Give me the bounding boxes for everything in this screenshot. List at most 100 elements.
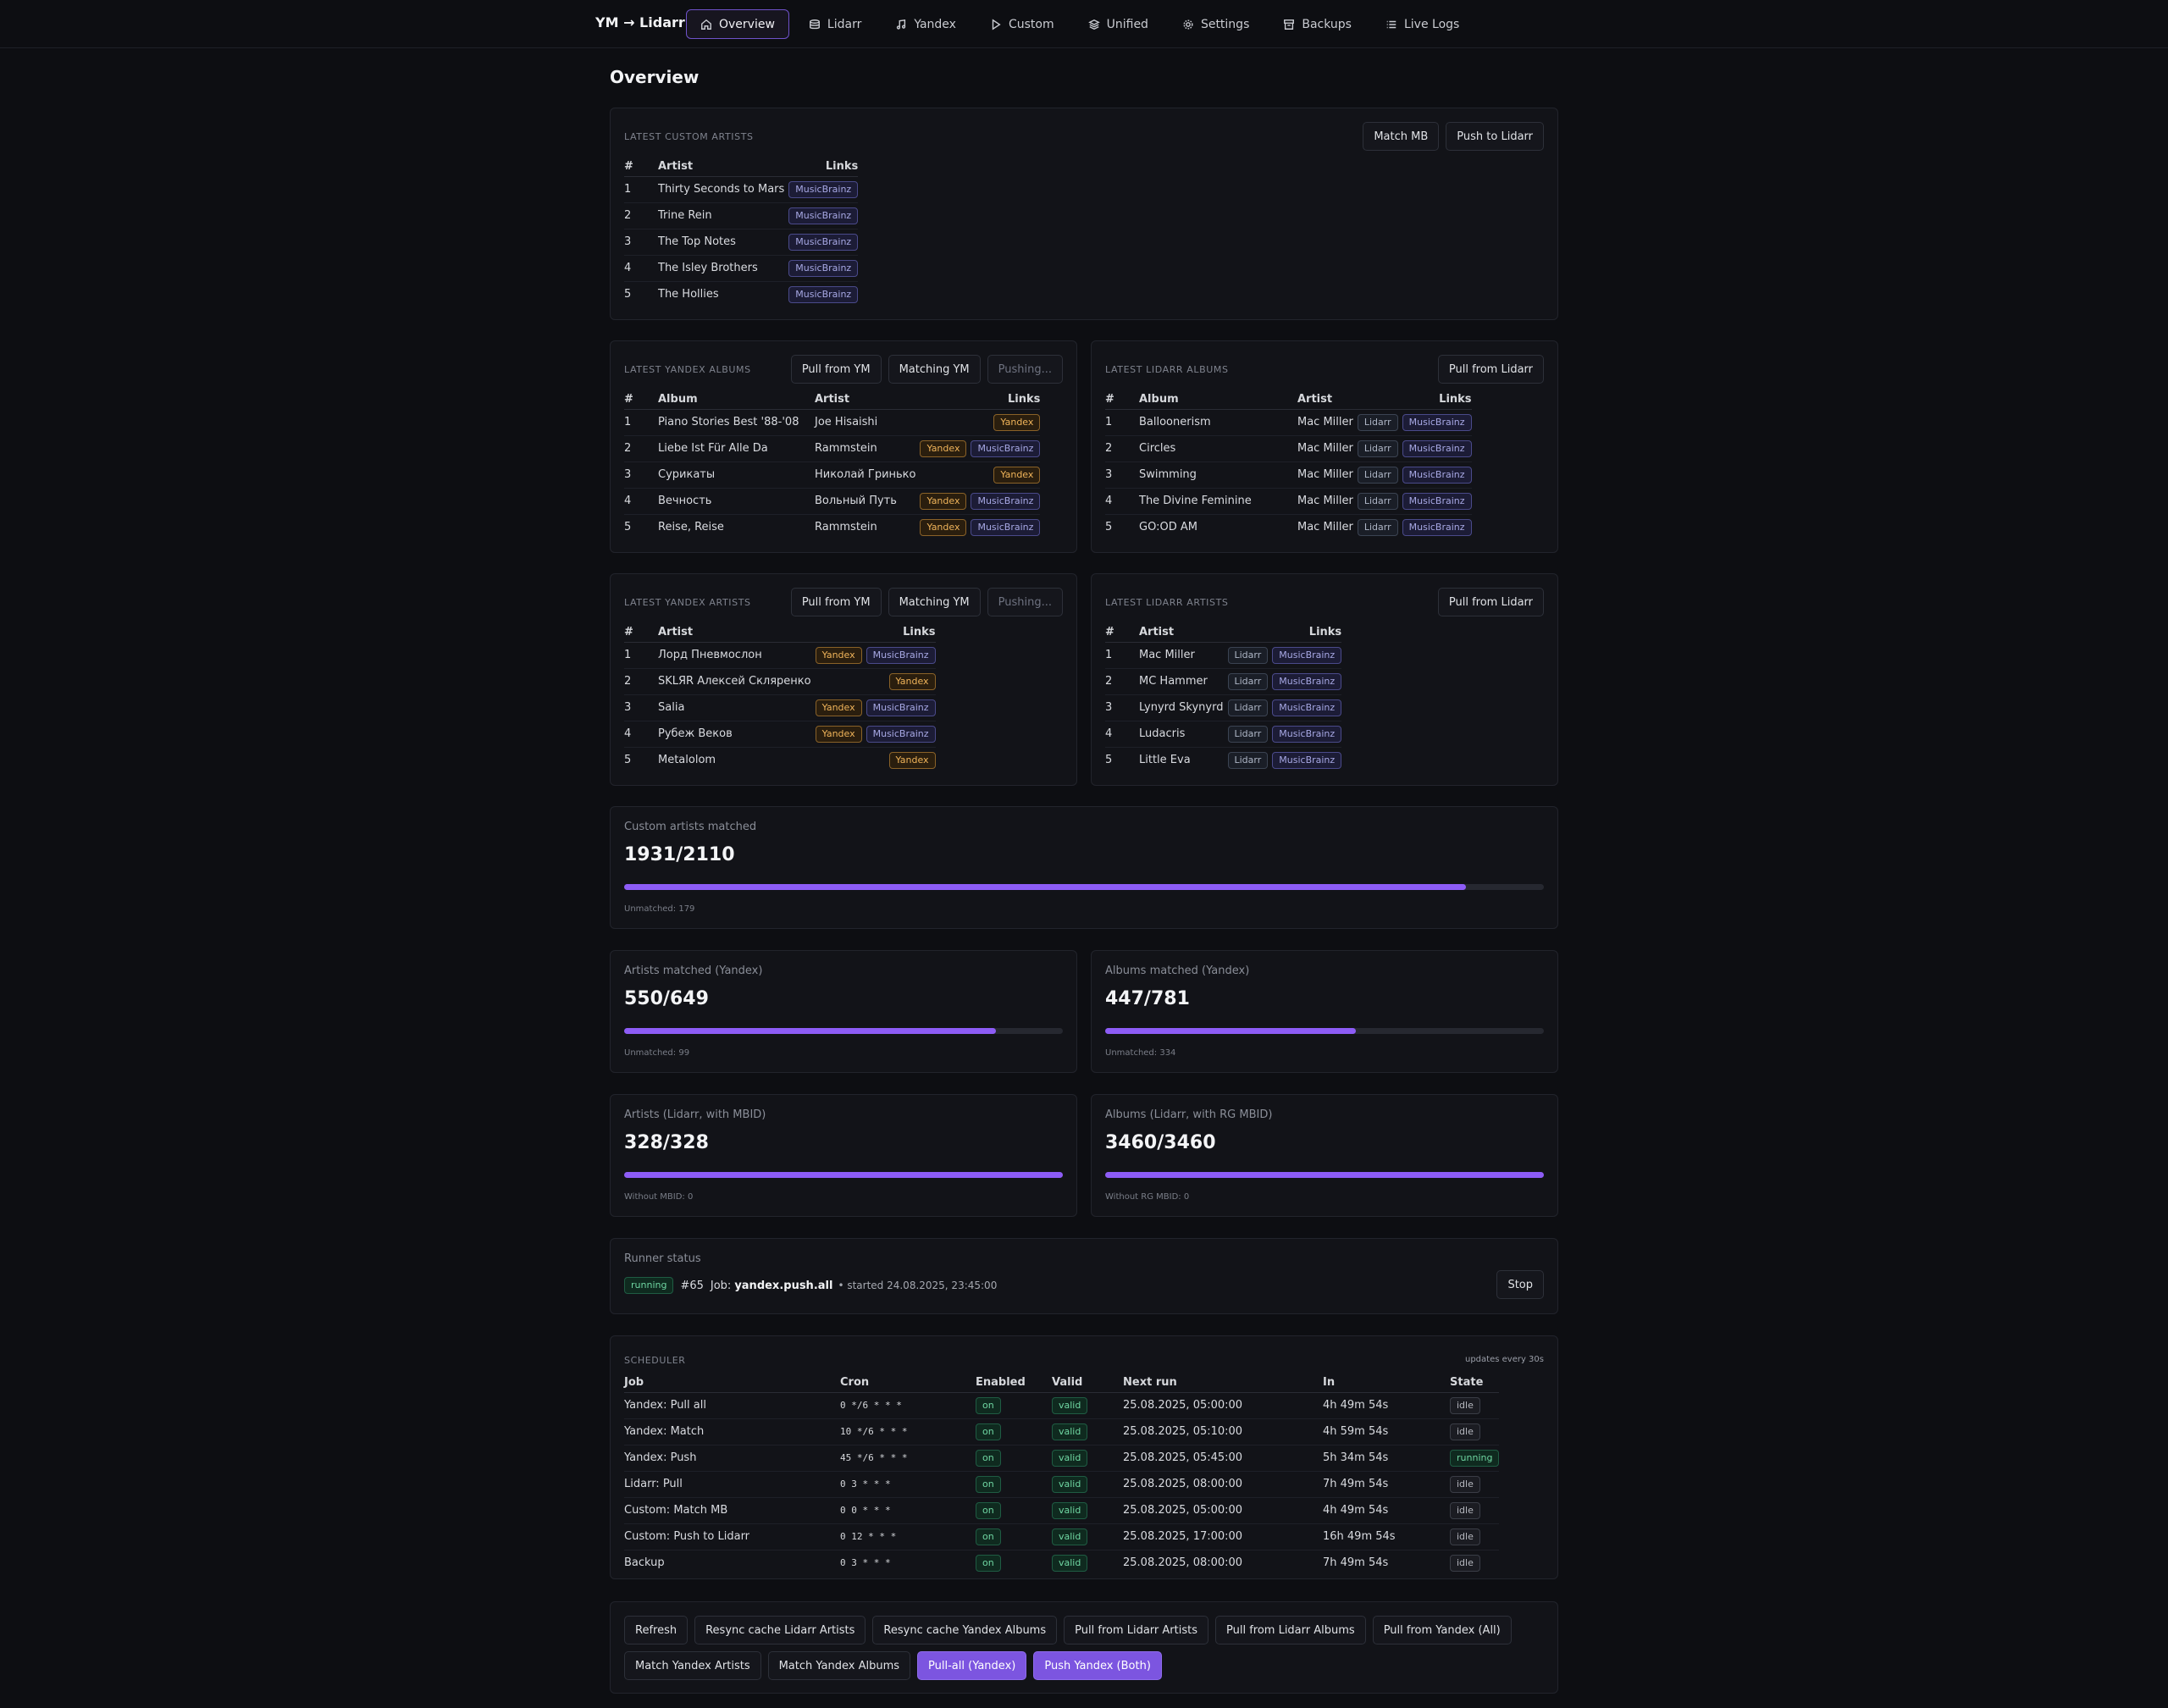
table-row: 5 Reise, Reise Rammstein Yandex MusicBrainz (624, 514, 1041, 540)
yandex-link-badge[interactable]: Yandex (920, 518, 967, 536)
lidarr-link-badge[interactable]: Lidarr (1227, 751, 1269, 769)
musicbrainz-link-badge[interactable]: MusicBrainz (1402, 413, 1472, 431)
yandex-link-badge[interactable]: Yandex (888, 672, 936, 690)
row-links: Lidarr MusicBrainz (1223, 694, 1342, 721)
col-cron: Cron (840, 1374, 976, 1393)
push-to-lidarr-button[interactable]: Push to Lidarr (1446, 122, 1544, 151)
nav-tab-overview[interactable]: Overview (686, 9, 789, 39)
row-number: 4 (624, 488, 658, 515)
lidarr-link-badge[interactable]: Lidarr (1357, 439, 1398, 457)
row-links: Yandex MusicBrainz (915, 488, 1041, 515)
nav-tab-custom[interactable]: Custom (976, 9, 1069, 39)
yandex-link-badge[interactable]: Yandex (815, 725, 862, 743)
job-valid-cell: valid (1052, 1497, 1123, 1524)
runner-status-card: Runner status running #65 Job: yandex.pu… (610, 1238, 1558, 1314)
nav-tab-yandex[interactable]: Yandex (881, 9, 971, 39)
lidarr-link-badge[interactable]: Lidarr (1357, 413, 1398, 431)
pull-from-yandex-all-button[interactable]: Pull from Yandex (All) (1372, 1616, 1512, 1644)
card-title: LATEST LIDARR ALBUMS (1105, 363, 1229, 375)
pushing-button[interactable]: Pushing... (987, 588, 1063, 616)
matching-ym-button[interactable]: Matching YM (888, 355, 981, 384)
musicbrainz-link-badge[interactable]: MusicBrainz (1272, 725, 1342, 743)
nav-tab-live-logs[interactable]: Live Logs (1371, 9, 1474, 39)
stat-value: 447/781 (1105, 988, 1190, 1009)
row-artist: Mac Miller (1297, 462, 1353, 489)
row-links: Lidarr MusicBrainz (1223, 642, 1342, 669)
yandex-link-badge[interactable]: Yandex (993, 413, 1041, 431)
push-yandex-both-button[interactable]: Push Yandex (Both) (1033, 1651, 1162, 1680)
musicbrainz-link-badge[interactable]: MusicBrainz (866, 699, 936, 716)
musicbrainz-link-badge[interactable]: MusicBrainz (866, 646, 936, 664)
musicbrainz-link-badge[interactable]: MusicBrainz (1272, 699, 1342, 716)
nav-tab-settings[interactable]: Settings (1168, 9, 1264, 39)
pull-from-lidarr-button[interactable]: Pull from Lidarr (1437, 355, 1544, 384)
musicbrainz-link-badge[interactable]: MusicBrainz (788, 259, 859, 277)
pull-from-lidarr-albums-button[interactable]: Pull from Lidarr Albums (1214, 1616, 1366, 1644)
yandex-link-badge[interactable]: Yandex (920, 439, 967, 457)
lidarr-link-badge[interactable]: Lidarr (1227, 725, 1269, 743)
yandex-link-badge[interactable]: Yandex (815, 646, 862, 664)
stat-artists-matched-yandex: Artists matched (Yandex) 550/649 Unmatch… (610, 950, 1077, 1073)
app-title[interactable]: YM → Lidarr (595, 14, 685, 30)
resync-cache-yandex-albums-button[interactable]: Resync cache Yandex Albums (872, 1616, 1058, 1644)
row-number: 2 (624, 202, 658, 229)
stat-value: 328/328 (624, 1132, 709, 1153)
matching-ym-button[interactable]: Matching YM (888, 588, 981, 616)
nav-tab-backups[interactable]: Backups (1269, 9, 1366, 39)
musicbrainz-link-badge[interactable]: MusicBrainz (788, 285, 859, 303)
musicbrainz-link-badge[interactable]: MusicBrainz (1272, 751, 1342, 769)
yandex-link-badge[interactable]: Yandex (888, 751, 936, 769)
pushing-button[interactable]: Pushing... (987, 355, 1063, 384)
match-yandex-artists-button[interactable]: Match Yandex Artists (624, 1651, 761, 1680)
musicbrainz-link-badge[interactable]: MusicBrainz (788, 233, 859, 251)
musicbrainz-link-badge[interactable]: MusicBrainz (1402, 439, 1472, 457)
lidarr-link-badge[interactable]: Lidarr (1227, 699, 1269, 716)
pull-from-lidarr-artists-button[interactable]: Pull from Lidarr Artists (1064, 1616, 1208, 1644)
scheduler-row: Custom: Match MB 0 0 * * * on valid 25.08.20… (624, 1497, 1500, 1524)
musicbrainz-link-badge[interactable]: MusicBrainz (971, 492, 1041, 510)
pull-from-ym-button[interactable]: Pull from YM (790, 588, 882, 616)
refresh-button[interactable]: Refresh (624, 1616, 689, 1644)
pull-from-lidarr-button[interactable]: Pull from Lidarr (1437, 588, 1544, 616)
stat-custom-artists-matched: Custom artists matched 1931/2110 Unmatch… (610, 806, 1558, 929)
musicbrainz-link-badge[interactable]: MusicBrainz (1402, 466, 1472, 484)
stop-button[interactable]: Stop (1496, 1270, 1544, 1299)
nav-tab-unified[interactable]: Unified (1074, 9, 1163, 39)
lidarr-link-badge[interactable]: Lidarr (1227, 672, 1269, 690)
state-badge: idle (1450, 1475, 1480, 1493)
job-state-cell: idle (1450, 1471, 1500, 1498)
musicbrainz-link-badge[interactable]: MusicBrainz (971, 518, 1041, 536)
table-row: 2 Trine Rein MusicBrainz (624, 202, 859, 229)
musicbrainz-link-badge[interactable]: MusicBrainz (866, 725, 936, 743)
row-album: Сурикаты (658, 462, 815, 489)
resync-cache-lidarr-artists-button[interactable]: Resync cache Lidarr Artists (694, 1616, 866, 1644)
yandex-link-badge[interactable]: Yandex (993, 466, 1041, 484)
musicbrainz-link-badge[interactable]: MusicBrainz (1272, 646, 1342, 664)
match-mb-button[interactable]: Match MB (1363, 122, 1440, 151)
musicbrainz-link-badge[interactable]: MusicBrainz (971, 439, 1041, 457)
nav-tab-lidarr[interactable]: Lidarr (794, 9, 876, 39)
lidarr-link-badge[interactable]: Lidarr (1357, 518, 1398, 536)
progress-fill (624, 1172, 1063, 1178)
musicbrainz-link-badge[interactable]: MusicBrainz (1272, 672, 1342, 690)
job-in: 4h 49m 54s (1323, 1497, 1450, 1524)
valid-badge: valid (1052, 1423, 1088, 1440)
musicbrainz-link-badge[interactable]: MusicBrainz (1402, 518, 1472, 536)
row-links: Lidarr MusicBrainz (1352, 462, 1472, 489)
pull-all-yandex-button[interactable]: Pull-all (Yandex) (917, 1651, 1027, 1680)
stat-albums-matched-yandex: Albums matched (Yandex) 447/781 Unmatche… (1091, 950, 1558, 1073)
yandex-link-badge[interactable]: Yandex (815, 699, 862, 716)
match-yandex-albums-button[interactable]: Match Yandex Albums (767, 1651, 911, 1680)
actions-row-2: Match Yandex Artists Match Yandex Albums P… (617, 1651, 1162, 1680)
yandex-link-badge[interactable]: Yandex (920, 492, 967, 510)
musicbrainz-link-badge[interactable]: MusicBrainz (1402, 492, 1472, 510)
lidarr-link-badge[interactable]: Lidarr (1357, 466, 1398, 484)
job-name: Custom: Push to Lidarr (624, 1523, 840, 1550)
musicbrainz-link-badge[interactable]: MusicBrainz (788, 207, 859, 224)
valid-badge: valid (1052, 1396, 1088, 1414)
lidarr-link-badge[interactable]: Lidarr (1227, 646, 1269, 664)
actions-row-1: Refresh Resync cache Lidarr Artists Resync… (617, 1616, 1512, 1644)
pull-from-ym-button[interactable]: Pull from YM (790, 355, 882, 384)
musicbrainz-link-badge[interactable]: MusicBrainz (788, 180, 859, 198)
lidarr-link-badge[interactable]: Lidarr (1357, 492, 1398, 510)
